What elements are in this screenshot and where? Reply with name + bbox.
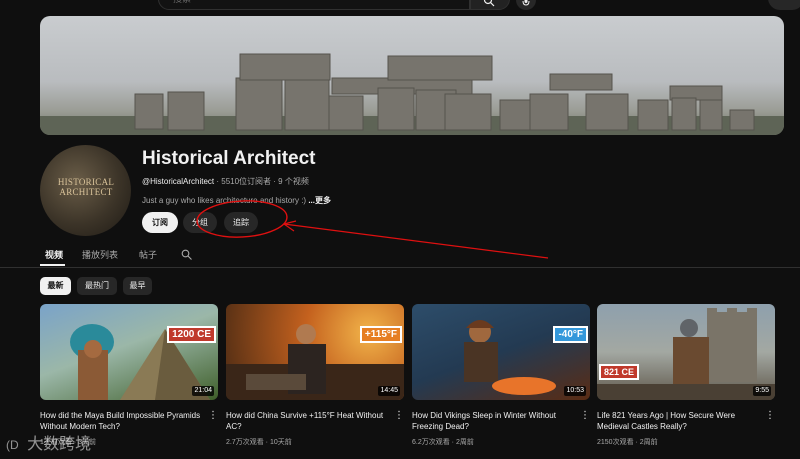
channel-description[interactable]: Just a guy who likes architecture and hi… [142,195,331,206]
video-card[interactable]: +115°F 14:45 How did China Survive +115°… [226,304,404,454]
watermark-logo: (D [6,438,19,452]
description-text: Just a guy who likes architecture and hi… [142,196,307,205]
video-duration: 9:55 [753,386,771,396]
more-options-icon[interactable]: ⋮ [765,410,775,421]
tab-playlists[interactable]: 播放列表 [82,248,118,261]
search-icon [483,0,495,7]
channel-avatar[interactable]: HISTORICAL ARCHITECT [40,145,131,236]
video-card[interactable]: 821 CE 9:55 Life 821 Years Ago | How Sec… [597,304,775,454]
search-icon[interactable] [181,249,192,260]
chip-popular[interactable]: 最热门 [77,277,117,295]
video-card[interactable]: -40°F 10:53 How Did Vikings Sleep in Win… [412,304,590,454]
viking-winter-image [464,320,556,395]
video-thumbnail[interactable]: -40°F 10:53 [412,304,590,400]
video-meta: 2150次观看 · 2周前 [597,439,658,446]
avatar-logo-text: HISTORICAL ARCHITECT [57,177,115,197]
video-badge: +115°F [359,326,402,343]
video-badge: 821 CE [599,364,640,380]
tabs-divider [0,267,800,268]
video-thumbnail[interactable]: +115°F 14:45 [226,304,404,400]
subscribe-button[interactable]: 订阅 [142,212,178,233]
channel-name: Historical Architect [142,148,316,169]
tab-videos[interactable]: 视频 [45,248,63,261]
chip-latest[interactable]: 最新 [40,277,71,295]
chip-oldest[interactable]: 最早 [123,277,152,295]
active-tab-indicator [40,264,65,266]
annotation-arrow [283,223,549,259]
maya-pyramid-image [70,324,210,400]
watermark: (D 大数跨境 [6,430,91,454]
more-options-icon[interactable]: ⋮ [580,410,590,421]
video-badge: -40°F [553,326,588,343]
video-duration: 14:45 [378,386,400,396]
video-badge: 1200 CE [167,326,216,343]
tab-posts[interactable]: 帖子 [139,248,157,261]
video-duration: 21:04 [192,386,214,396]
channel-stats: · 5510位订阅者 · 9 个视频 [216,177,309,186]
search-button[interactable] [470,0,510,10]
video-thumbnail[interactable]: 1200 CE 21:04 [40,304,218,400]
search-placeholder: 搜索 [173,0,191,5]
video-duration: 10:53 [564,386,586,396]
create-button[interactable] [768,0,800,10]
stonehenge-image [40,53,784,135]
video-title[interactable]: How Did Vikings Sleep in Winter Without … [412,410,574,432]
channel-meta: @HistoricalArchitect · 5510位订阅者 · 9 个视频 [142,176,309,187]
search-input[interactable]: 搜索 [158,0,470,10]
voice-search-button[interactable] [516,0,536,10]
video-title[interactable]: How did China Survive +115°F Heat Withou… [226,410,388,432]
more-options-icon[interactable]: ⋮ [394,410,404,421]
video-meta: 6.2万次观看 · 2周前 [412,439,474,446]
channel-handle: @HistoricalArchitect [142,177,215,186]
annotation-arrowhead [283,220,297,232]
china-heat-image [226,324,404,400]
more-link[interactable]: ...更多 [308,196,331,205]
group-button[interactable]: 分组 [183,212,217,233]
video-title[interactable]: How did the Maya Build Impossible Pyrami… [40,410,202,432]
mic-icon [522,0,530,6]
video-title[interactable]: Life 821 Years Ago | How Secure Were Med… [597,410,759,432]
watermark-text: 大数跨境 [27,436,92,453]
medieval-castle-image [597,308,775,400]
video-thumbnail[interactable]: 821 CE 9:55 [597,304,775,400]
track-button[interactable]: 追踪 [224,212,258,233]
channel-banner [40,16,784,135]
video-meta: 2.7万次观看 · 10天前 [226,439,292,446]
more-options-icon[interactable]: ⋮ [208,410,218,421]
